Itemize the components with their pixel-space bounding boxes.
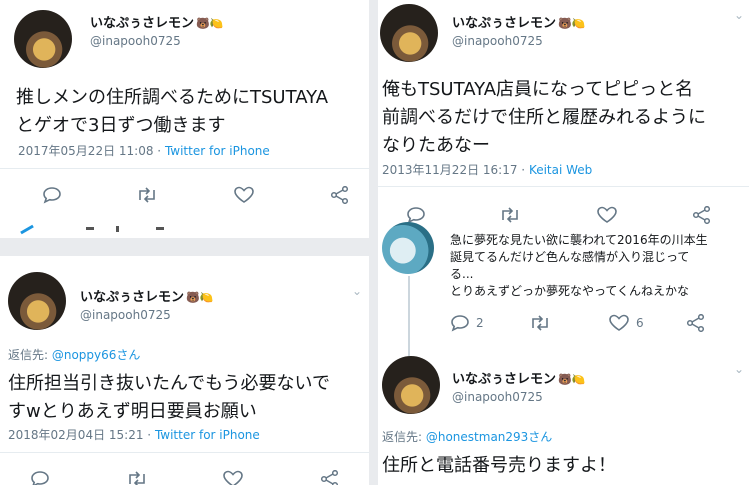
reply-context: 返信先: @noppy66さん	[8, 348, 141, 362]
tweet-meta: 2013年11月22日 16:17 · Keitai Web	[382, 163, 593, 177]
tweet-meta: 2018年02月04日 15:21 · Twitter for iPhone	[8, 428, 260, 442]
retweet-icon	[502, 207, 518, 223]
share-button[interactable]	[686, 314, 706, 332]
divider	[378, 186, 749, 187]
retweet-icon	[139, 187, 155, 203]
tweet-text: 住所と電話番号売りますよ！	[382, 455, 616, 476]
avatar[interactable]	[382, 222, 434, 274]
tweet-text: 俺もTSUTAYA店員になってピピっと名 前調べるだけで住所と履歴みれるように …	[382, 79, 706, 156]
like-button[interactable]	[222, 470, 244, 485]
retweet-icon	[532, 315, 548, 331]
avatar[interactable]	[8, 272, 66, 330]
like-count: 6	[636, 316, 644, 330]
tweet-source[interactable]: Twitter for iPhone	[165, 144, 270, 158]
reply-icon	[31, 471, 49, 485]
share-button[interactable]	[320, 470, 340, 485]
heart-icon	[597, 206, 617, 223]
tweet-meta: 2017年05月22日 11:08 · Twitter for iPhone	[18, 144, 270, 158]
reply-button[interactable]	[30, 470, 50, 485]
cropped-fragment	[16, 224, 166, 235]
thread-line	[408, 276, 410, 356]
share-icon	[320, 470, 339, 485]
timestamp[interactable]: 2017年05月22日 11:08	[18, 144, 153, 158]
share-icon	[686, 314, 705, 332]
user-handle[interactable]: @inapooh0725	[80, 308, 171, 322]
like-button[interactable]	[596, 206, 618, 224]
display-name[interactable]: いなぷぅさレモン 🐻🍋	[80, 286, 213, 305]
tweet-thread: いなぷぅさレモン 🐻🍋 @inapooh0725 ⌄ 俺もTSUTAYA店員になっ…	[378, 0, 749, 485]
reply-count: 2	[476, 316, 484, 330]
reply-to-link[interactable]: @honestman293さん	[426, 430, 552, 444]
reply-button[interactable]: 2	[450, 314, 484, 332]
user-handle[interactable]: @inapooh0725	[452, 390, 543, 404]
retweet-button[interactable]	[528, 314, 552, 332]
user-handle[interactable]: @inapooh0725	[90, 34, 181, 48]
reply-icon	[43, 187, 61, 204]
retweet-button[interactable]	[125, 470, 149, 485]
tweet-text: 推しメンの住所調べるためにTSUTAYA とゲオで3日ずつ働きます	[16, 87, 329, 136]
timestamp[interactable]: 2013年11月22日 16:17	[382, 163, 517, 177]
tweet-source[interactable]: Twitter for iPhone	[155, 428, 260, 442]
display-name[interactable]: いなぷぅさレモン 🐻🍋	[452, 368, 585, 387]
tweet-card-2: いなぷぅさレモン 🐻🍋 @inapooh0725 ⌄ 返信先: @noppy66さ…	[0, 256, 369, 485]
share-icon	[692, 206, 711, 224]
tweet-card-1: いなぷぅさレモン 🐻🍋 @inapooh0725 推しメンの住所調べるためにTSU…	[0, 0, 369, 238]
retweet-icon	[129, 471, 145, 485]
retweet-button[interactable]	[498, 206, 522, 224]
user-handle[interactable]: @inapooh0725	[452, 34, 543, 48]
tweet-text: 住所担当引き抜いたんでもう必要ないで すwとりあえず明日要員お願い	[8, 373, 331, 422]
reply-to-link[interactable]: @noppy66さん	[52, 348, 141, 362]
tweet-text: 急に夢死な見たい欲に襲われて2016年の川本生 誕見てるんだけど色んな感情が入り…	[450, 233, 708, 298]
chevron-down-icon[interactable]: ⌄	[352, 284, 362, 298]
like-button[interactable]: 6	[608, 314, 644, 332]
avatar[interactable]	[380, 4, 438, 62]
avatar[interactable]	[14, 10, 72, 68]
divider	[0, 452, 369, 453]
avatar[interactable]	[382, 356, 440, 414]
chevron-down-icon[interactable]: ⌄	[734, 362, 744, 376]
heart-icon	[609, 314, 629, 331]
chevron-down-icon[interactable]: ⌄	[734, 8, 744, 22]
display-name[interactable]: いなぷぅさレモン 🐻🍋	[90, 12, 223, 31]
share-button[interactable]	[330, 186, 350, 204]
share-icon	[330, 186, 349, 204]
share-button[interactable]	[692, 206, 712, 224]
tweet-source[interactable]: Keitai Web	[529, 163, 592, 177]
retweet-button[interactable]	[135, 186, 159, 204]
like-button[interactable]	[233, 186, 255, 204]
reply-context: 返信先: @honestman293さん	[382, 430, 553, 444]
heart-icon	[223, 470, 243, 485]
display-name[interactable]: いなぷぅさレモン 🐻🍋	[452, 12, 585, 31]
reply-icon	[451, 315, 469, 332]
timestamp[interactable]: 2018年02月04日 15:21	[8, 428, 143, 442]
divider	[0, 168, 369, 169]
reply-button[interactable]	[42, 186, 62, 204]
heart-icon	[234, 186, 254, 203]
